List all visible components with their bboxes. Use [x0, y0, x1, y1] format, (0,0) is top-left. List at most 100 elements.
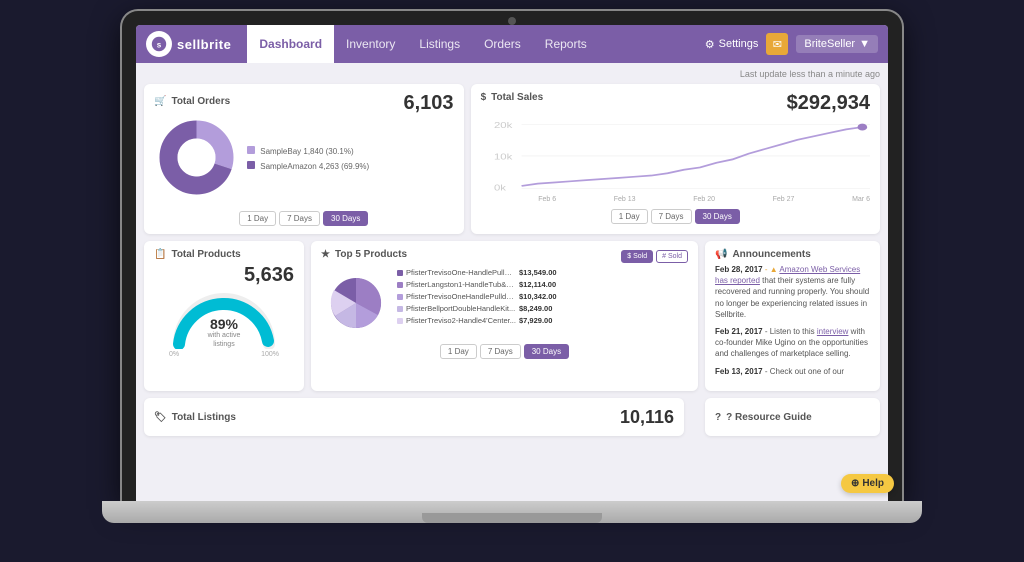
nav-listings[interactable]: Listings — [407, 25, 472, 63]
chart-x-labels: Feb 6 Feb 13 Feb 20 Feb 27 Mar 6 — [481, 196, 870, 203]
laptop-screen: s sellbrite Dashboard Inventory Listings… — [122, 11, 902, 501]
sold-buttons: $ Sold # Sold — [621, 250, 688, 263]
gauge-pct: 89% — [208, 316, 241, 332]
top5-val-2: $12,114.00 — [519, 280, 556, 289]
sales-value: $292,934 — [787, 92, 870, 115]
nav-dashboard[interactable]: Dashboard — [247, 25, 334, 63]
svg-text:0k: 0k — [494, 184, 506, 193]
last-update-text: Last update less than a minute ago — [144, 69, 880, 79]
top5-item-2: PfisterLangston1-HandleTub&Sho... $12,11… — [397, 280, 688, 289]
nav-orders[interactable]: Orders — [472, 25, 533, 63]
top5-name-4: PfisterBellportDoubleHandleKit... — [406, 304, 516, 313]
svg-text:10k: 10k — [494, 153, 512, 162]
top5-7day-btn[interactable]: 7 Days — [480, 344, 521, 359]
user-label: BriteSeller — [804, 38, 855, 50]
donut-chart — [154, 115, 239, 205]
nav-items: Dashboard Inventory Listings Orders Repo… — [247, 25, 704, 63]
gauge-chart: 89% with activelistings — [169, 289, 279, 349]
orders-body: SampleBay 1,840 (30.1%) SampleAmazon 4,2… — [154, 115, 454, 205]
orders-1day-btn[interactable]: 1 Day — [239, 211, 276, 226]
orders-time-buttons: 1 Day 7 Days 30 Days — [154, 211, 454, 226]
widget-total-products: 📋 Total Products 5,636 — [144, 241, 304, 391]
top5-header: ★ Top 5 Products $ Sold # Sold — [321, 249, 688, 264]
settings-label: Settings — [719, 38, 759, 50]
sales-time-buttons: 1 Day 7 Days 30 Days — [481, 209, 870, 224]
sales-title: $ Total Sales — [481, 92, 544, 103]
nav-bar: s sellbrite Dashboard Inventory Listings… — [136, 25, 888, 63]
announce-item-2: Feb 21, 2017 - Listen to this interview … — [715, 326, 870, 360]
notification-icon[interactable]: ✉ — [766, 33, 788, 55]
resource-title: ? ? Resource Guide — [715, 412, 812, 423]
top5-1day-btn[interactable]: 1 Day — [440, 344, 477, 359]
question-icon: ? — [715, 412, 721, 423]
top5-item-3: PfisterTrevisoOneHandlePulldow... $10,34… — [397, 292, 688, 301]
top5-dot-5 — [397, 318, 403, 324]
orders-value: 6,103 — [404, 92, 454, 115]
announcements-title: 📢 Announcements — [715, 249, 870, 260]
laptop-wrapper: s sellbrite Dashboard Inventory Listings… — [102, 11, 922, 551]
gauge-sub: with activelistings — [208, 332, 241, 349]
help-label: Help — [862, 478, 884, 489]
dollar-sold-btn[interactable]: $ Sold — [621, 250, 653, 263]
sales-header: $ Total Sales $292,934 — [481, 92, 870, 115]
top5-dot-3 — [397, 294, 403, 300]
widget-top5-products: ★ Top 5 Products $ Sold # Sold — [311, 241, 698, 391]
orders-7day-btn[interactable]: 7 Days — [279, 211, 320, 226]
settings-button[interactable]: ⚙ Settings — [705, 38, 759, 51]
help-button[interactable]: ⊕ Help — [841, 474, 888, 493]
top5-30day-btn[interactable]: 30 Days — [524, 344, 569, 359]
nav-right: ⚙ Settings ✉ BriteSeller ▼ — [705, 33, 878, 55]
top5-name-1: PfisterTrevisoOne-HandlePullD... — [406, 268, 516, 277]
top5-name-3: PfisterTrevisoOneHandlePulldow... — [406, 292, 516, 301]
legend-samplebay: SampleBay 1,840 (30.1%) — [247, 146, 454, 159]
megaphone-icon: 📢 — [715, 249, 727, 260]
top5-val-4: $8,249.00 — [519, 304, 552, 313]
hash-sold-btn[interactable]: # Sold — [656, 250, 688, 263]
products-title: 📋 Total Products — [154, 249, 241, 260]
announce-item-3: Feb 13, 2017 - Check out one of our — [715, 366, 870, 377]
products-icon: 📋 — [154, 249, 166, 260]
top5-val-1: $13,549.00 — [519, 268, 557, 277]
top5-item-1: PfisterTrevisoOne-HandlePullD... $13,549… — [397, 268, 688, 277]
gear-icon: ⚙ — [705, 38, 715, 51]
legend-dot-amazon — [247, 161, 255, 169]
spacer — [691, 398, 698, 436]
nav-reports[interactable]: Reports — [533, 25, 599, 63]
top5-name-2: PfisterLangston1-HandleTub&Sho... — [406, 280, 516, 289]
listings-title: 🏷 Total Listings — [154, 412, 620, 423]
tag-icon: 🏷 — [154, 412, 167, 423]
sales-1day-btn[interactable]: 1 Day — [611, 209, 648, 224]
svg-text:s: s — [157, 41, 162, 50]
listings-value: 10,116 — [620, 407, 674, 428]
widget-row-2: 📋 Total Products 5,636 — [144, 241, 880, 391]
user-menu[interactable]: BriteSeller ▼ — [796, 35, 878, 53]
svg-text:20k: 20k — [494, 122, 512, 131]
logo-text: sellbrite — [177, 37, 231, 52]
donut-labels: SampleBay 1,840 (30.1%) SampleAmazon 4,2… — [247, 146, 454, 174]
top5-dot-2 — [397, 282, 403, 288]
sales-chart: 20k 10k 0k — [481, 119, 870, 194]
sales-30day-btn[interactable]: 30 Days — [695, 209, 740, 224]
sales-7day-btn[interactable]: 7 Days — [651, 209, 692, 224]
nav-inventory[interactable]: Inventory — [334, 25, 407, 63]
gauge-labels: 0% 100% — [169, 351, 279, 358]
star-icon: ★ — [321, 249, 330, 260]
orders-title: 🛒 Total Orders — [154, 96, 230, 107]
top5-time-buttons: 1 Day 7 Days 30 Days — [321, 344, 688, 359]
widget-row-3: 🏷 Total Listings 10,116 ? ? Resource Gui… — [144, 398, 880, 436]
widget-total-sales: $ Total Sales $292,934 20k 10k 0k — [471, 84, 880, 234]
top5-title: ★ Top 5 Products — [321, 249, 407, 260]
top5-item-4: PfisterBellportDoubleHandleKit... $8,249… — [397, 304, 688, 313]
help-icon: ⊕ — [851, 478, 859, 489]
top5-val-5: $7,929.00 — [519, 316, 552, 325]
products-value: 5,636 — [154, 264, 294, 287]
top5-item-5: PfisterTreviso2-Handle4'Center... $7,929… — [397, 316, 688, 325]
orders-30day-btn[interactable]: 30 Days — [323, 211, 368, 226]
top5-val-3: $10,342.00 — [519, 292, 557, 301]
nav-logo: s sellbrite — [146, 31, 231, 57]
laptop-base — [102, 501, 922, 523]
widget-announcements: 📢 Announcements Feb 28, 2017 - ▲ Amazon … — [705, 241, 880, 391]
dollar-icon: $ — [481, 92, 487, 103]
logo-svg: s — [150, 35, 168, 53]
legend-sampleamazon: SampleAmazon 4,263 (69.9%) — [247, 161, 454, 174]
